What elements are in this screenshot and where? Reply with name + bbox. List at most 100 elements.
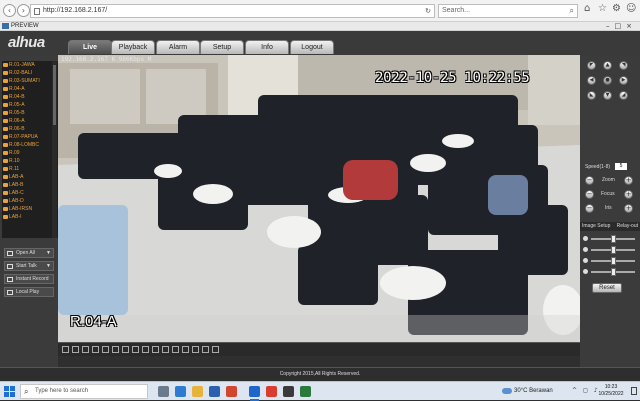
channel-item[interactable]: R.05-B <box>2 109 58 117</box>
address-bar[interactable]: http://192.168.2.167/ ↻ <box>30 4 435 18</box>
file-explorer-icon[interactable] <box>192 386 203 397</box>
record-icon[interactable] <box>182 346 189 353</box>
saturation-slider[interactable] <box>583 257 637 265</box>
channel-item[interactable]: R.08-LOMBC <box>2 141 58 149</box>
app-icon[interactable] <box>300 386 311 397</box>
channel-item[interactable]: R.04-AM <box>2 85 58 93</box>
zoom-in-icon[interactable]: + <box>624 176 633 185</box>
edge-icon[interactable] <box>175 386 186 397</box>
reset-button[interactable]: Reset <box>592 283 622 293</box>
ptz-center-icon[interactable]: ● <box>603 76 612 85</box>
image-setup-tab[interactable]: Image Setup <box>582 222 610 231</box>
layout-20-icon[interactable] <box>142 346 149 353</box>
layout-36-icon[interactable] <box>162 346 169 353</box>
chrome-icon[interactable] <box>266 386 277 397</box>
slider-knob[interactable] <box>611 235 616 243</box>
notification-icon[interactable] <box>631 387 637 395</box>
channel-item[interactable]: R.05-A <box>2 101 58 109</box>
office-icon[interactable] <box>226 386 237 397</box>
ptz-left-icon[interactable]: ◀ <box>587 76 596 85</box>
refresh-icon[interactable]: ↻ <box>425 5 431 17</box>
instant-record-button[interactable]: Instant Record <box>4 274 54 284</box>
channel-item[interactable]: R.01-JAWAM <box>2 61 58 69</box>
channel-item[interactable]: R.11 <box>2 165 58 173</box>
settings-icon[interactable] <box>212 346 219 353</box>
layout-4-icon[interactable] <box>82 346 89 353</box>
channel-item[interactable]: R.03-SUMATIM <box>2 77 58 85</box>
close-all-icon[interactable] <box>202 346 209 353</box>
channel-item[interactable]: R.07-PAPUAM <box>2 133 58 141</box>
gear-icon[interactable]: ⚙ <box>612 3 621 14</box>
browser-search-input[interactable]: Search... ⌕ <box>438 4 578 18</box>
channel-item[interactable]: R.06-A <box>2 117 58 125</box>
ptz-up-left-icon[interactable]: ◤ <box>587 61 596 70</box>
back-icon[interactable]: ‹ <box>3 4 16 17</box>
layout-6-icon[interactable] <box>92 346 99 353</box>
layout-9-icon[interactable] <box>112 346 119 353</box>
favorites-star-icon[interactable]: ☆ <box>598 3 607 14</box>
taskbar-search-input[interactable]: ⌕ Type here to search <box>20 384 148 399</box>
ptz-right-icon[interactable]: ▶ <box>619 76 628 85</box>
tab-alarm[interactable]: Alarm <box>156 40 200 54</box>
ptz-up-icon[interactable]: ▲ <box>603 61 612 70</box>
iris-close-icon[interactable]: − <box>585 204 594 213</box>
hue-slider[interactable] <box>583 268 637 276</box>
layout-13-icon[interactable] <box>122 346 129 353</box>
start-talk-button[interactable]: Start Talk ▼ <box>4 261 54 271</box>
channel-item[interactable]: LAB-I <box>2 213 58 221</box>
browser-tab[interactable]: PREVIEW <box>2 22 39 31</box>
slider-knob[interactable] <box>611 257 616 265</box>
scrollbar-thumb[interactable] <box>53 65 56 125</box>
brightness-slider[interactable] <box>583 235 637 243</box>
channel-item[interactable]: LAB-D <box>2 197 58 205</box>
home-icon[interactable]: ⌂ <box>584 3 590 14</box>
tab-playback[interactable]: Playback <box>111 40 155 54</box>
channel-item[interactable]: LAB-IRSN <box>2 205 58 213</box>
speed-select[interactable]: 5 <box>615 163 627 170</box>
open-all-button[interactable]: Open All ▼ <box>4 248 54 258</box>
taskbar-clock[interactable]: 10:23 10/25/2022 <box>594 384 628 398</box>
forward-icon[interactable]: › <box>17 4 30 17</box>
window-controls[interactable]: –□× <box>606 22 637 30</box>
slider-knob[interactable] <box>611 268 616 276</box>
snapshot-icon[interactable] <box>172 346 179 353</box>
tab-setup[interactable]: Setup <box>200 40 244 54</box>
search-icon[interactable]: ⌕ <box>570 5 574 17</box>
tab-info[interactable]: Info <box>245 40 289 54</box>
contrast-slider[interactable] <box>583 246 637 254</box>
windows-start-icon[interactable] <box>4 386 15 397</box>
slider-knob[interactable] <box>611 246 616 254</box>
focus-in-icon[interactable]: + <box>624 190 633 199</box>
channel-item[interactable]: LAB-AM <box>2 173 58 181</box>
weather-widget[interactable]: 30°C Berawan <box>502 385 553 398</box>
channel-item[interactable]: LAB-BM <box>2 181 58 189</box>
internet-explorer-icon[interactable] <box>249 386 260 401</box>
channel-list-scrollbar[interactable] <box>52 61 57 238</box>
layout-16-icon[interactable] <box>132 346 139 353</box>
layout-25-icon[interactable] <box>152 346 159 353</box>
channel-item[interactable]: R.04-B <box>2 93 58 101</box>
chevron-down-icon[interactable]: ▼ <box>46 262 51 270</box>
local-play-button[interactable]: Local Play <box>4 287 54 297</box>
chevron-down-icon[interactable]: ▼ <box>46 249 51 257</box>
store-icon[interactable] <box>209 386 220 397</box>
ptz-down-icon[interactable]: ▼ <box>603 91 612 100</box>
app-icon[interactable] <box>283 386 294 397</box>
ptz-down-right-icon[interactable]: ◢ <box>619 91 628 100</box>
relay-out-tab[interactable]: Relay-out <box>617 222 638 231</box>
smiley-icon[interactable]: ☺ <box>626 3 636 14</box>
task-view-icon[interactable] <box>158 386 169 397</box>
live-video[interactable]: 192.168.2.167 K 986Kbps M 2022-10-25 10:… <box>58 55 580 342</box>
tab-live[interactable]: Live <box>68 40 112 54</box>
channel-item[interactable]: R.10M <box>2 157 58 165</box>
iris-open-icon[interactable]: + <box>624 204 633 213</box>
zoom-out-icon[interactable]: − <box>585 176 594 185</box>
channel-item[interactable]: LAB-CM <box>2 189 58 197</box>
audio-icon[interactable] <box>192 346 199 353</box>
ptz-up-right-icon[interactable]: ◥ <box>619 61 628 70</box>
fullscreen-icon[interactable] <box>62 346 69 353</box>
layout-8-icon[interactable] <box>102 346 109 353</box>
channel-item[interactable]: R.06-BM <box>2 125 58 133</box>
ptz-down-left-icon[interactable]: ◣ <box>587 91 596 100</box>
layout-1-icon[interactable] <box>72 346 79 353</box>
